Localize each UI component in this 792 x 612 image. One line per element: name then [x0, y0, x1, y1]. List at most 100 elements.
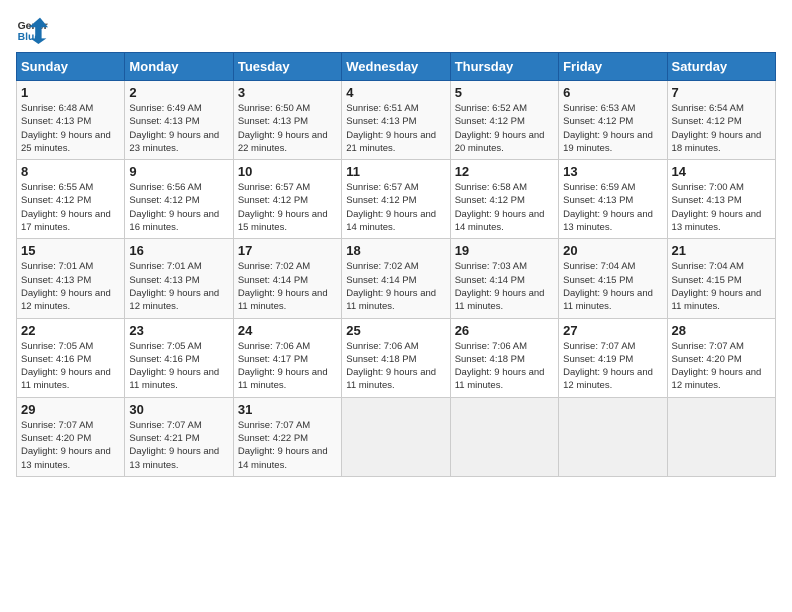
day-number: 17	[238, 243, 337, 258]
calendar-cell	[559, 397, 667, 476]
calendar-cell: 5Sunrise: 6:52 AMSunset: 4:12 PMDaylight…	[450, 81, 558, 160]
day-info: Sunrise: 6:55 AMSunset: 4:12 PMDaylight:…	[21, 181, 120, 234]
day-number: 23	[129, 323, 228, 338]
calendar-cell: 9 Sunrise: 6:56 AMSunset: 4:12 PMDaylight…	[125, 160, 233, 239]
day-number: 26	[455, 323, 554, 338]
weekday-header-saturday: Saturday	[667, 53, 775, 81]
day-info: Sunrise: 7:06 AMSunset: 4:17 PMDaylight:…	[238, 340, 337, 393]
calendar-cell: 1Sunrise: 6:48 AMSunset: 4:13 PMDaylight…	[17, 81, 125, 160]
calendar-cell: 14Sunrise: 7:00 AMSunset: 4:13 PMDayligh…	[667, 160, 775, 239]
calendar-cell: 20 Sunrise: 7:04 AMSunset: 4:15 PMDayligh…	[559, 239, 667, 318]
day-info: Sunrise: 7:04 AMSunset: 4:15 PMDaylight:…	[563, 260, 662, 313]
day-number: 6	[563, 85, 662, 100]
calendar-cell: 30 Sunrise: 7:07 AMSunset: 4:21 PMDayligh…	[125, 397, 233, 476]
day-number: 5	[455, 85, 554, 100]
calendar-header: SundayMondayTuesdayWednesdayThursdayFrid…	[17, 53, 776, 81]
day-info: Sunrise: 6:59 AMSunset: 4:13 PMDaylight:…	[563, 181, 662, 234]
day-number: 21	[672, 243, 771, 258]
day-number: 27	[563, 323, 662, 338]
day-number: 18	[346, 243, 445, 258]
calendar-cell: 22 Sunrise: 7:05 AMSunset: 4:16 PMDayligh…	[17, 318, 125, 397]
logo-icon: General Blue	[16, 16, 48, 44]
calendar-cell: 3 Sunrise: 6:50 AMSunset: 4:13 PMDaylight…	[233, 81, 341, 160]
day-number: 28	[672, 323, 771, 338]
day-info: Sunrise: 6:53 AMSunset: 4:12 PMDaylight:…	[563, 102, 662, 155]
header: General Blue	[16, 16, 776, 44]
calendar-cell: 10 Sunrise: 6:57 AMSunset: 4:12 PMDayligh…	[233, 160, 341, 239]
day-number: 29	[21, 402, 120, 417]
day-info: Sunrise: 7:07 AMSunset: 4:21 PMDaylight:…	[129, 419, 228, 472]
calendar-cell: 4Sunrise: 6:51 AMSunset: 4:13 PMDaylight…	[342, 81, 450, 160]
weekday-header-sunday: Sunday	[17, 53, 125, 81]
weekday-header-friday: Friday	[559, 53, 667, 81]
day-number: 11	[346, 164, 445, 179]
day-number: 16	[129, 243, 228, 258]
calendar-cell: 21 Sunrise: 7:04 AMSunset: 4:15 PMDayligh…	[667, 239, 775, 318]
weekday-header-thursday: Thursday	[450, 53, 558, 81]
day-number: 30	[129, 402, 228, 417]
day-number: 3	[238, 85, 337, 100]
day-number: 20	[563, 243, 662, 258]
calendar-week-1: 1Sunrise: 6:48 AMSunset: 4:13 PMDaylight…	[17, 81, 776, 160]
day-info: Sunrise: 7:05 AMSunset: 4:16 PMDaylight:…	[129, 340, 228, 393]
weekday-header-monday: Monday	[125, 53, 233, 81]
calendar-week-5: 29Sunrise: 7:07 AMSunset: 4:20 PMDayligh…	[17, 397, 776, 476]
logo: General Blue	[16, 16, 48, 44]
calendar-week-3: 15Sunrise: 7:01 AMSunset: 4:13 PMDayligh…	[17, 239, 776, 318]
day-number: 8	[21, 164, 120, 179]
day-info: Sunrise: 7:07 AMSunset: 4:20 PMDaylight:…	[672, 340, 771, 393]
calendar-cell: 19Sunrise: 7:03 AMSunset: 4:14 PMDayligh…	[450, 239, 558, 318]
day-info: Sunrise: 6:54 AMSunset: 4:12 PMDaylight:…	[672, 102, 771, 155]
day-info: Sunrise: 6:58 AMSunset: 4:12 PMDaylight:…	[455, 181, 554, 234]
calendar-cell: 18 Sunrise: 7:02 AMSunset: 4:14 PMDayligh…	[342, 239, 450, 318]
day-number: 12	[455, 164, 554, 179]
calendar-cell: 26 Sunrise: 7:06 AMSunset: 4:18 PMDayligh…	[450, 318, 558, 397]
day-number: 22	[21, 323, 120, 338]
day-info: Sunrise: 7:06 AMSunset: 4:18 PMDaylight:…	[346, 340, 445, 393]
calendar-cell: 17 Sunrise: 7:02 AMSunset: 4:14 PMDayligh…	[233, 239, 341, 318]
day-number: 7	[672, 85, 771, 100]
day-info: Sunrise: 7:03 AMSunset: 4:14 PMDaylight:…	[455, 260, 554, 313]
day-number: 10	[238, 164, 337, 179]
calendar-week-4: 22 Sunrise: 7:05 AMSunset: 4:16 PMDayligh…	[17, 318, 776, 397]
calendar-cell: 12 Sunrise: 6:58 AMSunset: 4:12 PMDayligh…	[450, 160, 558, 239]
day-number: 15	[21, 243, 120, 258]
day-info: Sunrise: 6:56 AMSunset: 4:12 PMDaylight:…	[129, 181, 228, 234]
day-info: Sunrise: 6:57 AMSunset: 4:12 PMDaylight:…	[346, 181, 445, 234]
calendar-cell: 29Sunrise: 7:07 AMSunset: 4:20 PMDayligh…	[17, 397, 125, 476]
day-info: Sunrise: 7:07 AMSunset: 4:19 PMDaylight:…	[563, 340, 662, 393]
day-info: Sunrise: 7:02 AMSunset: 4:14 PMDaylight:…	[346, 260, 445, 313]
calendar-cell: 24Sunrise: 7:06 AMSunset: 4:17 PMDayligh…	[233, 318, 341, 397]
day-info: Sunrise: 7:02 AMSunset: 4:14 PMDaylight:…	[238, 260, 337, 313]
day-info: Sunrise: 6:57 AMSunset: 4:12 PMDaylight:…	[238, 181, 337, 234]
calendar-cell: 25 Sunrise: 7:06 AMSunset: 4:18 PMDayligh…	[342, 318, 450, 397]
calendar-cell: 8 Sunrise: 6:55 AMSunset: 4:12 PMDaylight…	[17, 160, 125, 239]
day-info: Sunrise: 7:06 AMSunset: 4:18 PMDaylight:…	[455, 340, 554, 393]
calendar-cell: 11 Sunrise: 6:57 AMSunset: 4:12 PMDayligh…	[342, 160, 450, 239]
calendar-cell: 15Sunrise: 7:01 AMSunset: 4:13 PMDayligh…	[17, 239, 125, 318]
weekday-header-tuesday: Tuesday	[233, 53, 341, 81]
day-number: 31	[238, 402, 337, 417]
day-number: 4	[346, 85, 445, 100]
calendar-cell	[342, 397, 450, 476]
day-info: Sunrise: 6:49 AMSunset: 4:13 PMDaylight:…	[129, 102, 228, 155]
calendar-cell: 13 Sunrise: 6:59 AMSunset: 4:13 PMDayligh…	[559, 160, 667, 239]
day-number: 9	[129, 164, 228, 179]
day-number: 2	[129, 85, 228, 100]
calendar-cell: 31 Sunrise: 7:07 AMSunset: 4:22 PMDayligh…	[233, 397, 341, 476]
calendar-cell: 2 Sunrise: 6:49 AMSunset: 4:13 PMDaylight…	[125, 81, 233, 160]
calendar-week-2: 8 Sunrise: 6:55 AMSunset: 4:12 PMDaylight…	[17, 160, 776, 239]
weekday-header-wednesday: Wednesday	[342, 53, 450, 81]
day-info: Sunrise: 7:07 AMSunset: 4:22 PMDaylight:…	[238, 419, 337, 472]
calendar-cell: 27 Sunrise: 7:07 AMSunset: 4:19 PMDayligh…	[559, 318, 667, 397]
calendar-cell: 23 Sunrise: 7:05 AMSunset: 4:16 PMDayligh…	[125, 318, 233, 397]
day-info: Sunrise: 7:05 AMSunset: 4:16 PMDaylight:…	[21, 340, 120, 393]
calendar-cell	[450, 397, 558, 476]
day-number: 25	[346, 323, 445, 338]
calendar-cell: 28 Sunrise: 7:07 AMSunset: 4:20 PMDayligh…	[667, 318, 775, 397]
day-number: 13	[563, 164, 662, 179]
day-info: Sunrise: 7:04 AMSunset: 4:15 PMDaylight:…	[672, 260, 771, 313]
day-info: Sunrise: 7:00 AMSunset: 4:13 PMDaylight:…	[672, 181, 771, 234]
day-number: 1	[21, 85, 120, 100]
day-info: Sunrise: 6:50 AMSunset: 4:13 PMDaylight:…	[238, 102, 337, 155]
